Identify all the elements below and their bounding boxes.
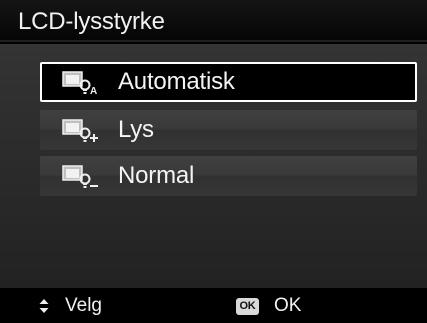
select-label: Velg <box>65 295 102 316</box>
lcd-normal-brightness-icon <box>62 165 98 188</box>
ok-label: OK <box>274 295 302 316</box>
brightness-menu: A Automatisk Lys Normal <box>0 44 427 288</box>
title-bar: LCD-lysstyrke <box>0 0 427 42</box>
menu-item-label: Lys <box>118 116 154 143</box>
menu-item-lys[interactable]: Lys <box>40 110 417 150</box>
menu-item-normal[interactable]: Normal <box>40 156 417 196</box>
up-down-arrows-icon <box>39 299 49 313</box>
ok-hint: OK OK <box>236 294 301 318</box>
select-hint: Velg <box>38 294 102 318</box>
menu-item-automatisk[interactable]: A Automatisk <box>40 62 417 102</box>
lcd-bright-brightness-icon <box>62 119 98 142</box>
footer-hints: Velg OK OK <box>0 288 427 323</box>
ok-button-icon: OK <box>236 297 259 315</box>
menu-item-label: Normal <box>118 162 195 189</box>
lcd-auto-brightness-icon: A <box>62 71 97 96</box>
svg-text:A: A <box>90 86 97 96</box>
page-title: LCD-lysstyrke <box>18 8 165 35</box>
menu-item-label: Automatisk <box>118 68 235 95</box>
camera-menu-screen: LCD-lysstyrke A Automatisk Lys Normal Ve… <box>0 0 427 323</box>
